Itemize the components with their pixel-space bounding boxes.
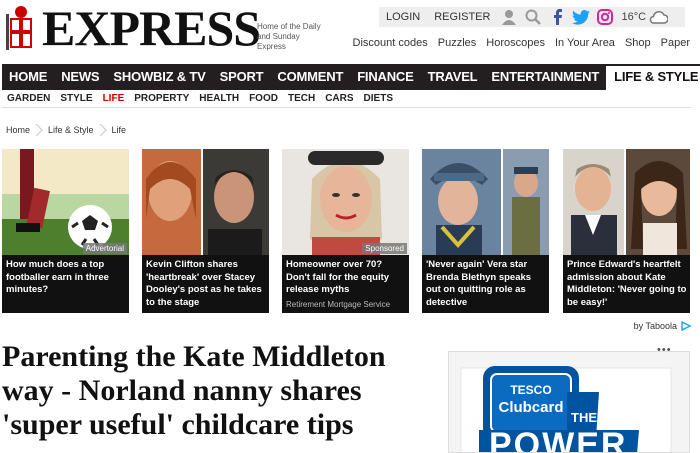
taboola-label: by Taboola [633,321,677,331]
breadcrumb-life[interactable]: Life [112,125,127,135]
nav-life-style[interactable]: LIFE & STYLE [606,64,700,90]
subnav-food[interactable]: FOOD [244,93,283,104]
nav-home[interactable]: HOME [2,64,54,90]
recommendation-card[interactable]: Kevin Clifton shares 'heartbreak' over S… [142,149,269,313]
breadcrumb-life-style[interactable]: Life & Style [48,125,94,135]
shop-link[interactable]: Shop [625,37,651,49]
breadcrumb: Home Life & Style Life [6,124,126,136]
nav-entertainment[interactable]: ENTERTAINMENT [484,64,606,90]
nav-sport[interactable]: SPORT [213,64,271,90]
card-caption: 'Never again' Vera star Brenda Blethyn s… [426,259,532,308]
ad-promo-word-2: POWER [489,426,627,453]
card-caption: Homeowner over 70? Don't fall for the eq… [286,259,390,295]
tagline: Home of the Daily and Sunday Express [257,22,321,51]
instagram-icon[interactable] [595,7,615,27]
subnav-life[interactable]: LIFE [98,93,130,104]
crusader-badge-icon [4,4,38,52]
card-image-vera [422,149,549,255]
card-image-prince-edward-kate [563,149,690,255]
user-icon[interactable] [499,7,519,27]
ad-brand: TESCO [510,383,551,397]
advertorial-badge: Advertorial [82,243,127,254]
section-navigation: GARDEN STYLE LIFE PROPERTY HEALTH FOOD T… [2,90,691,108]
card-image-football [2,149,129,255]
paper-link[interactable]: Paper [661,37,690,49]
header-links: Discount codes Puzzles Horoscopes In You… [343,37,690,49]
recommendation-card[interactable]: Sponsored Homeowner over 70? Don't fall … [282,149,409,313]
card-caption: Kevin Clifton shares 'heartbreak' over S… [146,259,262,308]
chevron-right-icon [35,124,43,136]
twitter-icon[interactable] [571,7,591,27]
card-caption: How much does a top footballer earn in t… [6,259,109,295]
nav-news[interactable]: NEWS [54,64,106,90]
subnav-garden[interactable]: GARDEN [2,93,55,104]
nav-travel[interactable]: TRAVEL [421,64,485,90]
weather-temperature[interactable]: 16°C [621,11,646,23]
logo-wordmark: EXPRESS [42,0,261,56]
sponsor-name: Retirement Mortgage Service [286,300,391,309]
tesco-advertisement[interactable]: THE POWER TESCO Clubcard [448,351,690,453]
subnav-property[interactable]: PROPERTY [129,93,194,104]
subnav-style[interactable]: STYLE [55,93,97,104]
subnav-health[interactable]: HEALTH [194,93,244,104]
chevron-right-icon [99,124,107,136]
ad-promo-word-1: THE [571,410,597,425]
ad-program: Clubcard [498,399,563,416]
nav-comment[interactable]: COMMENT [270,64,350,90]
subnav-tech[interactable]: TECH [283,93,320,104]
search-icon[interactable] [523,7,543,27]
article-headline: Parenting the Kate Middleton way - Norla… [2,340,386,441]
register-link[interactable]: REGISTER [427,11,497,23]
card-image-kevin-stacey [142,149,269,255]
recommendation-card[interactable]: Prince Edward's heartfelt admission abou… [563,149,690,313]
recommendation-card[interactable]: 'Never again' Vera star Brenda Blethyn s… [422,149,549,313]
breadcrumb-home[interactable]: Home [6,125,30,135]
ad-choices-icon[interactable] [680,321,692,331]
puzzles-link[interactable]: Puzzles [438,37,477,49]
express-logo[interactable]: EXPRESS [4,0,261,56]
subnav-diets[interactable]: DIETS [359,93,398,104]
utility-bar: LOGIN REGISTER 16°C [379,7,685,27]
main-navigation: HOME NEWS SHOWBIZ & TV SPORT COMMENT FIN… [2,64,700,90]
discount-codes-link[interactable]: Discount codes [353,37,428,49]
recommendation-strip: Advertorial How much does a top football… [2,149,691,313]
card-image-homeowner [282,149,409,255]
cloud-icon[interactable] [648,7,669,27]
in-your-area-link[interactable]: In Your Area [555,37,615,49]
login-link[interactable]: LOGIN [379,11,427,23]
recommendation-card[interactable]: Advertorial How much does a top football… [2,149,129,313]
card-caption: Prince Edward's heartfelt admission abou… [567,259,687,308]
taboola-attribution[interactable]: by Taboola [634,321,692,331]
sponsored-badge: Sponsored [362,243,407,254]
facebook-icon[interactable] [547,7,567,27]
subnav-cars[interactable]: CARS [320,93,358,104]
horoscopes-link[interactable]: Horoscopes [486,37,545,49]
nav-showbiz-tv[interactable]: SHOWBIZ & TV [106,64,212,90]
nav-finance[interactable]: FINANCE [350,64,420,90]
